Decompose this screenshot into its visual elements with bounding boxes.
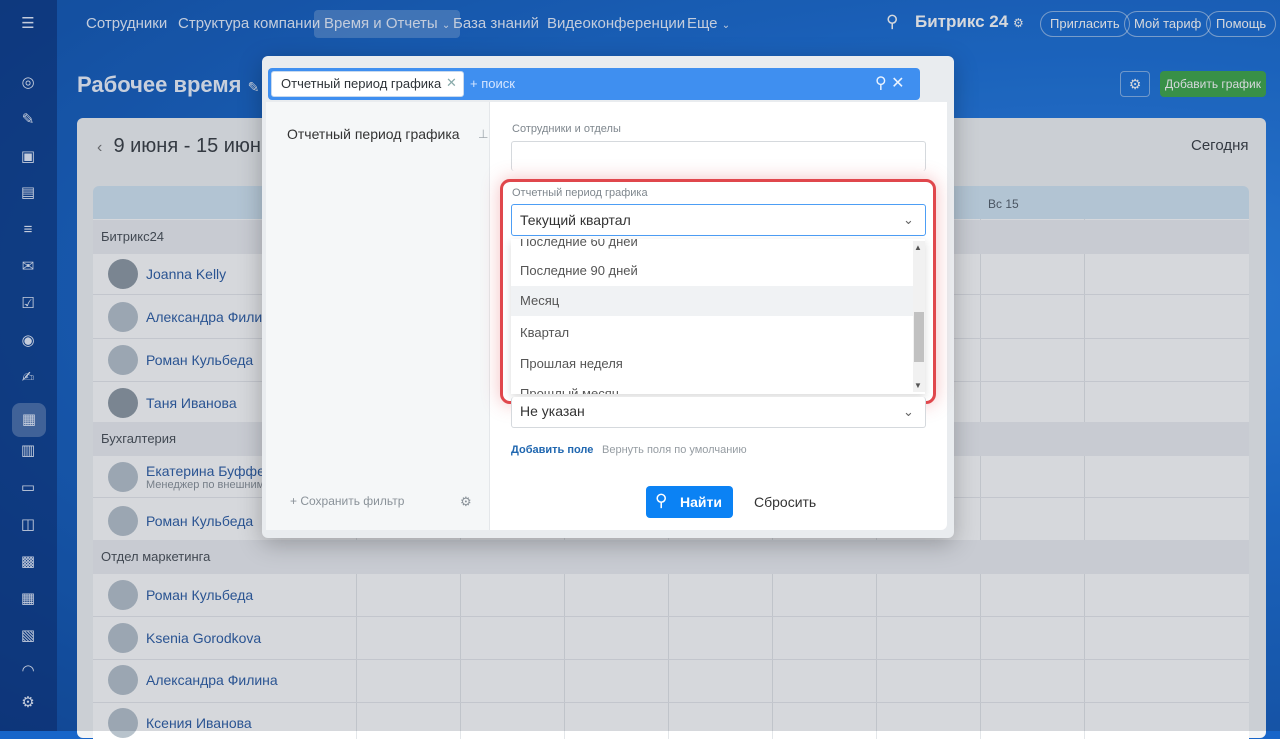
save-filter-button[interactable]: + Сохранить фильтр [290, 494, 404, 508]
chevron-down-icon[interactable]: ⌄ [903, 404, 914, 420]
highlight-frame [500, 179, 936, 404]
filter-preset-item[interactable]: Отчетный период графика [287, 126, 460, 142]
clear-icon[interactable]: ✕ [891, 75, 904, 92]
search-actions: ⚲ ✕ [875, 73, 905, 93]
filter-chip[interactable]: Отчетный период графика [271, 71, 464, 97]
search-input[interactable]: + поиск [470, 76, 515, 91]
add-field-link[interactable]: Добавить поле [511, 444, 593, 456]
extra-field[interactable]: Не указан [511, 397, 926, 428]
employees-field[interactable] [511, 141, 926, 171]
close-icon[interactable]: ✕ [446, 75, 457, 91]
filter-presets-panel [266, 102, 490, 530]
reset-fields-link[interactable]: Вернуть поля по умолчанию [602, 444, 747, 456]
reset-button[interactable]: Сбросить [754, 494, 816, 510]
search-icon[interactable]: ⚲ [875, 75, 887, 92]
pin-icon[interactable]: ⊥ [478, 127, 488, 141]
gear-icon[interactable]: ⚙ [460, 494, 472, 510]
search-icon: ⚲ [655, 491, 668, 510]
employees-field-label: Сотрудники и отделы [512, 123, 621, 135]
